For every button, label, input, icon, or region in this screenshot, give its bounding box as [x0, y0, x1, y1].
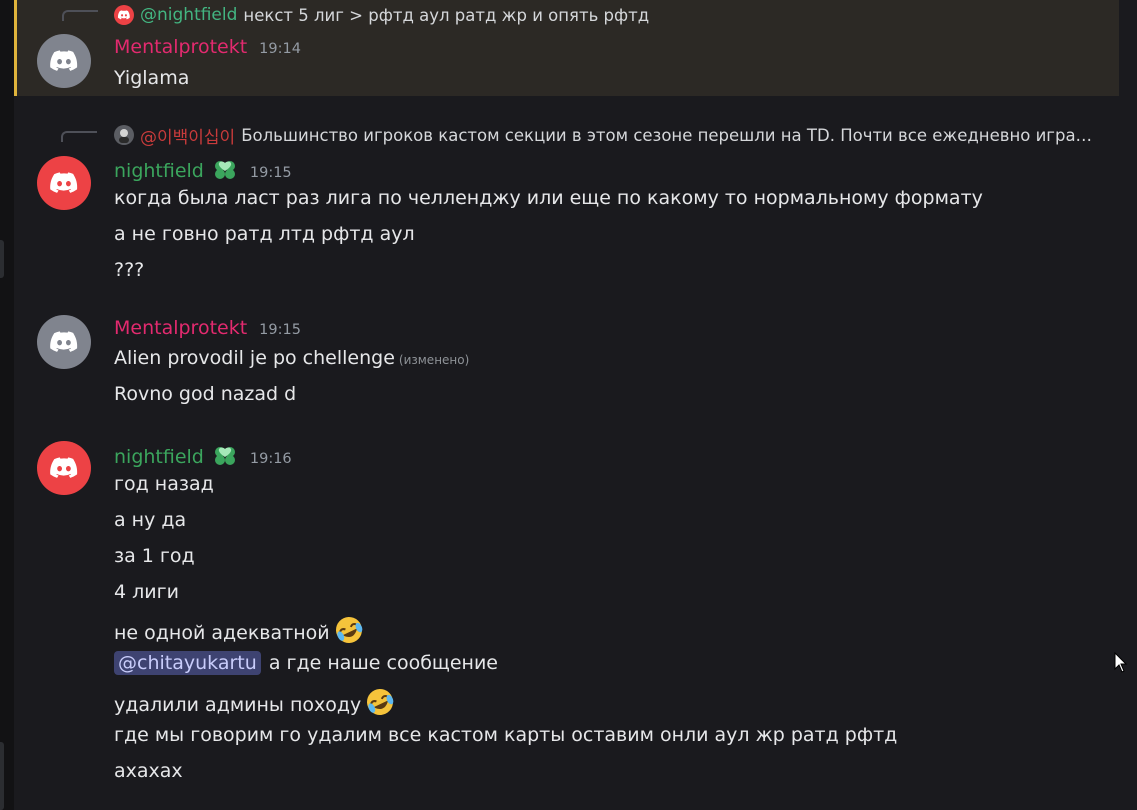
discord-logo-icon — [48, 452, 80, 484]
reply-author[interactable]: @nightfield — [140, 5, 237, 25]
message-text: Yiglama — [114, 67, 190, 89]
discord-logo-icon — [48, 167, 80, 199]
clover-heart-badge-icon[interactable] — [212, 445, 238, 467]
message-text-content: Alien provodil je po chellenge — [114, 347, 395, 369]
reply-text: некст 5 лиг > рфтд аул ратд жр и опять р… — [243, 5, 650, 25]
discord-logo-icon — [48, 45, 80, 77]
reply-avatar — [114, 125, 134, 145]
message-text: а ну да — [114, 509, 187, 531]
message-header: Mentalprotekt 19:14 — [114, 36, 301, 58]
scroll-handle[interactable] — [0, 240, 4, 278]
left-edge-strip — [0, 0, 14, 810]
avatar[interactable] — [37, 156, 91, 210]
message-header: nightfield 19:15 — [114, 155, 292, 182]
user-avatar-icon — [119, 129, 129, 143]
message-text-content: не одной адекватной — [114, 622, 330, 644]
avatar[interactable] — [37, 34, 91, 88]
message-text: удалили админы походу — [114, 687, 395, 717]
reply-spine — [61, 131, 97, 142]
message-text: ахахах — [114, 760, 183, 782]
message-text: ??? — [114, 259, 145, 281]
timestamp[interactable]: 19:15 — [259, 322, 301, 338]
reply-text: Большинство игроков кастом секции в этом… — [241, 125, 1093, 145]
reply-spine — [62, 10, 98, 21]
username[interactable]: Mentalprotekt — [114, 36, 247, 58]
avatar[interactable] — [37, 315, 91, 369]
reply-author[interactable]: @이백이십이 — [140, 123, 235, 148]
message-header: Mentalprotekt 19:15 — [114, 317, 301, 339]
scroll-handle[interactable] — [0, 742, 4, 810]
user-mention[interactable]: @chitayukartu — [114, 651, 261, 675]
message-text: год назад — [114, 473, 214, 495]
message-text: когда была ласт раз лига по челленджу ил… — [114, 187, 983, 209]
avatar[interactable] — [37, 441, 91, 495]
clover-heart-badge-icon[interactable] — [212, 159, 238, 181]
message-header: nightfield 19:16 — [114, 441, 292, 468]
reply-avatar — [114, 5, 134, 25]
message-text: за 1 год — [114, 545, 195, 567]
message-text: не одной адекватной — [114, 615, 364, 645]
mouse-cursor-icon — [1114, 652, 1128, 673]
timestamp[interactable]: 19:15 — [250, 165, 292, 181]
timestamp[interactable]: 19:14 — [259, 41, 301, 57]
username[interactable]: nightfield — [114, 446, 204, 468]
rofl-emoji-icon[interactable] — [334, 615, 364, 645]
message-text: Rovno god nazad d — [114, 383, 297, 405]
message-text: Alien provodil je po chellenge (изменено) — [114, 346, 469, 372]
message-text: а не говно ратд лтд рфтд аул — [114, 223, 415, 245]
discord-logo-icon — [117, 8, 131, 22]
message-text: где мы говорим го удалим все кастом карт… — [114, 724, 898, 746]
message-text-content: удалили админы походу — [114, 694, 362, 716]
discord-logo-icon — [48, 326, 80, 358]
reply-preview[interactable]: @nightfield некст 5 лиг > рфтд аул ратд … — [114, 4, 649, 26]
reply-preview[interactable]: @이백이십이 Большинство игроков кастом секции… — [114, 123, 1093, 148]
message-text-content: а где наше сообщение — [268, 652, 498, 674]
edited-label[interactable]: (изменено) — [399, 353, 469, 367]
timestamp[interactable]: 19:16 — [250, 451, 292, 467]
username[interactable]: nightfield — [114, 160, 204, 182]
username[interactable]: Mentalprotekt — [114, 317, 247, 339]
message-text: 4 лиги — [114, 581, 179, 603]
rofl-emoji-icon[interactable] — [365, 687, 395, 717]
message-text: @chitayukartu а где наше сообщение — [114, 651, 498, 675]
